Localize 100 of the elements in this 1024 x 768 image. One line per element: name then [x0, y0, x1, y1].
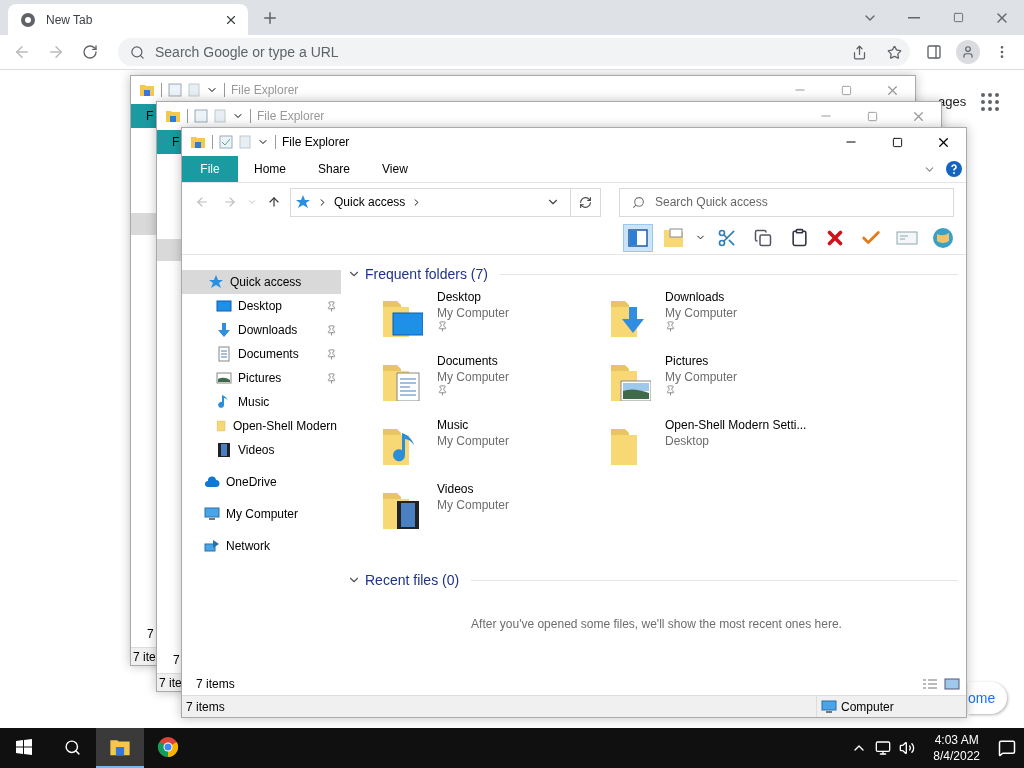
documents-folder-icon: [383, 365, 423, 401]
nav-item[interactable]: Pictures: [182, 366, 341, 390]
explorer-icon: [190, 134, 206, 150]
maximize-icon: [866, 110, 878, 122]
document-icon: [216, 346, 232, 362]
forward-arrow-icon[interactable]: [223, 195, 237, 209]
nav-item[interactable]: Network: [182, 534, 341, 558]
folder-name[interactable]: Open-Shell Modern Setti...: [665, 417, 807, 433]
search-icon: [632, 195, 645, 209]
chrome-logo-icon: [20, 11, 36, 28]
page-icon: [214, 109, 226, 123]
properties-icon[interactable]: [219, 135, 233, 149]
nav-item[interactable]: Videos: [182, 438, 341, 462]
share-icon[interactable]: [852, 44, 867, 60]
refresh-icon: [579, 195, 592, 209]
page-icon: [188, 83, 200, 97]
preview-pane-button[interactable]: [623, 223, 653, 252]
folder-name[interactable]: Documents: [437, 353, 498, 369]
breadcrumb[interactable]: Quick access: [334, 195, 406, 209]
star-icon: [295, 194, 311, 210]
ribbon-tab[interactable]: Home: [238, 156, 302, 182]
window-title: File Explorer: [257, 109, 325, 123]
forward-arrow-icon: [47, 43, 65, 61]
pane-icon: [628, 228, 648, 247]
network-icon: [204, 538, 220, 554]
folder-name[interactable]: Music: [437, 417, 469, 433]
maximize-icon: [891, 136, 903, 148]
folder-name[interactable]: Videos: [437, 481, 474, 497]
address-bar[interactable]: Search Google or type a URL: [118, 38, 910, 66]
nav-item[interactable]: Open-Shell Modern: [182, 414, 341, 438]
pictures-folder-icon: [611, 365, 651, 401]
restore-icon: [952, 12, 964, 23]
folder-location: My Computer: [437, 497, 510, 513]
card-icon: [896, 230, 918, 245]
folder-location: Desktop: [665, 433, 710, 449]
picture-icon: [216, 370, 232, 386]
folder-icon: [611, 429, 637, 465]
folder-name[interactable]: Desktop: [437, 289, 482, 305]
folder-name[interactable]: Downloads: [665, 289, 725, 305]
explorer-icon: [165, 108, 181, 124]
address-bar[interactable]: Quick access: [290, 187, 601, 217]
nav-item[interactable]: Quick access: [182, 270, 341, 294]
nav-item[interactable]: Music: [182, 390, 341, 414]
address-input[interactable]: Search Google or type a URL: [153, 43, 844, 61]
large-icons-view-icon[interactable]: [944, 677, 960, 690]
download-arrow-icon: [216, 322, 232, 338]
file-explorer-taskbar-button[interactable]: [96, 728, 144, 768]
maximize-icon: [840, 84, 852, 96]
copy-icon: [754, 228, 772, 247]
window-title: File Explorer: [231, 83, 299, 97]
bookmark-star-icon[interactable]: [887, 44, 902, 60]
person-icon: [961, 45, 975, 59]
nav-item[interactable]: Desktop: [182, 294, 341, 318]
ribbon-tab[interactable]: F: [157, 130, 182, 154]
search-icon: [63, 738, 81, 756]
nav-item[interactable]: OneDrive: [182, 470, 341, 494]
folder-location: My Computer: [437, 369, 510, 385]
profile-button[interactable]: [954, 38, 982, 66]
folder-name[interactable]: Pictures: [665, 353, 709, 369]
clock[interactable]: 4:03 AM 8/4/2022: [933, 732, 980, 764]
minimize-icon: [908, 16, 920, 19]
notifications-icon[interactable]: [998, 739, 1016, 757]
plus-icon: [261, 9, 279, 27]
film-icon: [216, 442, 232, 458]
volume-icon[interactable]: [899, 740, 916, 756]
ribbon-tab[interactable]: Share: [302, 156, 367, 182]
apps-grid-icon[interactable]: [978, 90, 1002, 114]
folder-location: My Computer: [437, 305, 510, 321]
status-zone: Computer: [841, 699, 894, 714]
nav-item[interactable]: Downloads: [182, 318, 341, 342]
ribbon-tab[interactable]: View: [366, 156, 424, 182]
section-title: Frequent folders (7): [365, 266, 488, 282]
computer-icon: [821, 698, 837, 715]
details-view-icon[interactable]: [922, 677, 938, 690]
side-panel-icon: [926, 44, 942, 60]
section-title: Recent files (0): [365, 572, 460, 588]
window-title: File Explorer: [282, 135, 350, 149]
item-count: 7: [172, 653, 180, 667]
nav-item[interactable]: Documents: [182, 342, 341, 366]
nav-item[interactable]: My Computer: [182, 502, 341, 526]
folder-icon: [216, 418, 227, 434]
folder-location: My Computer: [665, 369, 738, 385]
folder-icon: [663, 227, 685, 248]
help-icon[interactable]: [946, 161, 962, 177]
empty-message: After you've opened some files, we'll show the most recent ones here.: [470, 617, 843, 631]
search-box[interactable]: Search Quick access: [619, 187, 954, 217]
customize-button[interactable]: ome: [968, 682, 1008, 714]
scissors-icon: [717, 227, 737, 248]
properties-icon: [168, 83, 182, 97]
up-arrow-icon[interactable]: [267, 195, 281, 209]
browser-tab[interactable]: New Tab: [8, 4, 248, 35]
clipboard-icon: [789, 228, 809, 247]
windows-logo-icon: [16, 739, 32, 755]
folder-location: My Computer: [437, 433, 510, 449]
chrome-logo-icon: [157, 736, 179, 758]
explorer-icon: [139, 82, 155, 98]
search-icon: [130, 44, 145, 60]
network-icon[interactable]: [875, 740, 892, 756]
desktop-folder-icon: [383, 301, 423, 337]
ribbon-tab[interactable]: F: [131, 104, 156, 128]
